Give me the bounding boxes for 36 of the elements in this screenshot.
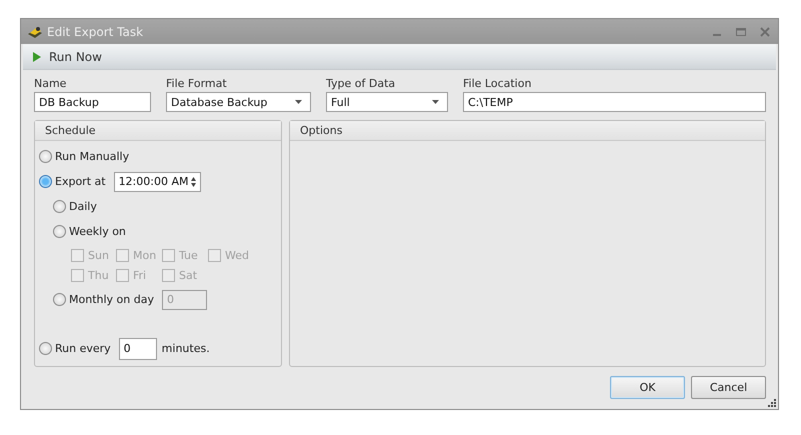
window-title: Edit Export Task xyxy=(47,24,144,39)
text-field[interactable]: DB Backup xyxy=(34,92,151,112)
minimize-icon xyxy=(713,34,721,36)
maximize-icon xyxy=(736,26,746,37)
text-field[interactable]: C:\TEMP xyxy=(463,92,766,112)
minutes-label: minutes. xyxy=(162,342,210,355)
dialog-button[interactable]: OK xyxy=(610,376,685,399)
radio-button[interactable] xyxy=(39,342,52,355)
run-now-button[interactable]: Run Now xyxy=(29,48,106,66)
close-icon xyxy=(760,26,770,37)
panel-header: Options xyxy=(290,121,765,141)
radio-button[interactable] xyxy=(53,200,66,213)
radio-label[interactable]: Daily xyxy=(69,200,97,213)
radio-label[interactable]: Run every xyxy=(55,342,111,355)
panel-header: Schedule xyxy=(35,121,281,141)
dropdown-arrow-icon xyxy=(432,100,439,104)
radio-label[interactable]: Export at xyxy=(55,175,106,188)
field-label: Type of Data xyxy=(326,77,396,90)
dropdown[interactable]: Database Backup xyxy=(166,92,311,112)
radio-button[interactable] xyxy=(39,150,52,163)
field-label: File Location xyxy=(463,77,532,90)
spin-arrows-icon xyxy=(190,176,196,186)
radio-button[interactable] xyxy=(39,175,52,188)
play-icon xyxy=(33,52,41,62)
minutes-field[interactable]: 0 xyxy=(118,338,157,360)
field-label: Name xyxy=(34,77,68,90)
dialog-button[interactable]: Cancel xyxy=(691,376,766,399)
field-label: File Format xyxy=(166,77,228,90)
dropdown[interactable]: Full xyxy=(326,92,448,112)
radio-label[interactable]: Weekly on xyxy=(69,225,126,238)
time-field[interactable]: 12:00:00 AM xyxy=(114,172,201,192)
radio-button[interactable] xyxy=(53,225,66,238)
radio-label[interactable]: Run Manually xyxy=(55,150,130,163)
app-icon xyxy=(27,24,43,39)
dropdown-arrow-icon xyxy=(295,100,302,104)
resize-grip-icon xyxy=(767,398,776,407)
